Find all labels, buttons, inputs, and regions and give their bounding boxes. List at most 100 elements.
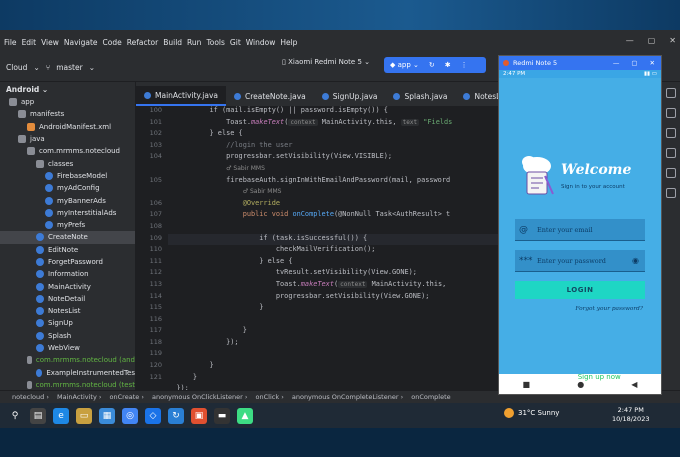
more-icon[interactable]: ⋮ — [461, 61, 468, 69]
signup-link[interactable]: Sign up now — [578, 373, 621, 381]
java-class-icon — [463, 92, 471, 100]
menu-refactor[interactable]: Refactor — [127, 38, 158, 47]
weather-widget[interactable]: 31°C Sunny — [504, 408, 559, 418]
tree-item[interactable]: myPrefs — [0, 219, 135, 231]
tree-item-label: myPrefs — [57, 221, 86, 230]
store-icon[interactable]: ▦ — [99, 407, 115, 424]
tree-item-label: manifests — [30, 110, 65, 119]
line-number: 110 — [149, 245, 162, 254]
tree-item[interactable]: com.mrmms.notecloud — [0, 145, 135, 157]
java-class-icon — [36, 331, 44, 340]
menu-file[interactable]: File — [4, 38, 17, 47]
tree-item[interactable]: Information — [0, 268, 135, 280]
project-view-selector[interactable]: Android ⌄ — [0, 82, 135, 96]
device-explorer-icon[interactable] — [666, 168, 676, 178]
device-manager-icon[interactable] — [666, 128, 676, 138]
task-view-icon[interactable]: ▤ — [30, 407, 46, 424]
tree-item[interactable]: classes — [0, 157, 135, 169]
tree-item[interactable]: CreateNote — [0, 231, 135, 244]
tab-splash[interactable]: Splash.java — [385, 86, 455, 106]
tree-item[interactable]: SignUp — [0, 317, 135, 329]
password-field[interactable]: *** Enter your password ◉ — [515, 250, 645, 272]
menu-window[interactable]: Window — [246, 38, 276, 47]
minimize-icon[interactable]: — — [626, 36, 634, 45]
back-icon[interactable]: ◀ — [631, 380, 637, 389]
maximize-icon[interactable]: ▢ — [631, 59, 637, 67]
menu-tools[interactable]: Tools — [206, 38, 224, 47]
tree-item[interactable]: NoteDetail — [0, 293, 135, 305]
tree-item[interactable]: AndroidManifest.xml — [0, 121, 135, 133]
line-number: 102 — [149, 129, 162, 138]
breadcrumb-item: onCreate — [109, 393, 140, 401]
system-clock[interactable]: 2:47 PM 10/18/2023 — [612, 406, 649, 424]
android-studio-icon[interactable]: ▲ — [237, 407, 253, 424]
menu-code[interactable]: Code — [103, 38, 122, 47]
tree-item[interactable]: NotesList — [0, 305, 135, 317]
tree-item[interactable]: manifests — [0, 108, 135, 120]
tree-item[interactable]: ForgetPassword — [0, 256, 135, 268]
email-field[interactable]: @ Enter your email — [515, 219, 645, 241]
menu-view[interactable]: View — [41, 38, 59, 47]
notifications-icon[interactable] — [666, 88, 676, 98]
menu-build[interactable]: Build — [163, 38, 182, 47]
tree-item-label: FirebaseModel — [57, 171, 108, 180]
line-number: 112 — [149, 268, 162, 277]
code-text: firebaseAuth.signInWithEmailAndPassword(… — [226, 175, 451, 184]
close-icon[interactable]: ✕ — [650, 59, 655, 67]
clock-date: 10/18/2023 — [612, 415, 650, 423]
branch-selector[interactable]: master — [56, 63, 82, 72]
app-icon[interactable]: ▣ — [191, 407, 207, 424]
eye-icon[interactable]: ◉ — [632, 256, 639, 265]
tab-mainactivity[interactable]: MainActivity.java — [136, 86, 226, 106]
java-class-icon — [36, 344, 44, 353]
maximize-icon[interactable]: ▢ — [648, 36, 656, 45]
apply-changes-icon[interactable]: ↻ — [429, 61, 435, 69]
chrome-icon[interactable]: ◎ — [122, 407, 138, 424]
code-line-current: if (task.isSuccessful()) { — [168, 233, 500, 246]
edge-icon[interactable]: e — [53, 407, 69, 424]
tree-item[interactable]: Splash — [0, 330, 135, 342]
code-editor[interactable]: if (mail.isEmpty() || password.isEmpty()… — [168, 106, 500, 416]
tree-item[interactable]: java — [0, 133, 135, 145]
run-config-button[interactable]: ◆ app ⌄ ↻ ✱ ⋮ — [384, 57, 486, 73]
tab-signup[interactable]: SignUp.java — [314, 86, 386, 106]
tree-item-label: java — [30, 135, 45, 144]
minimize-icon[interactable]: — — [613, 59, 620, 67]
menu-navigate[interactable]: Navigate — [64, 38, 98, 47]
file-explorer-icon[interactable]: ▭ — [76, 407, 92, 424]
tree-item[interactable]: FirebaseModel — [0, 170, 135, 182]
debug-icon[interactable]: ✱ — [445, 61, 451, 69]
vscode-icon[interactable]: ◇ — [145, 407, 161, 424]
menu-help[interactable]: Help — [280, 38, 297, 47]
tree-item[interactable]: WebView — [0, 342, 135, 354]
device-selector[interactable]: ▯ Xiaomi Redmi Note 5 ⌄ — [282, 58, 370, 66]
tree-item[interactable]: myBannerAds — [0, 194, 135, 206]
emulator-icon[interactable] — [666, 188, 676, 198]
forgot-password-link[interactable]: Forgot your password? — [575, 306, 643, 312]
search-icon[interactable]: ⚲ — [7, 408, 23, 424]
tab-createnote[interactable]: CreateNote.java — [226, 86, 314, 106]
tree-item[interactable]: com.mrmms.notecloud (and — [0, 354, 135, 366]
menu-git[interactable]: Git — [230, 38, 241, 47]
gradle-icon[interactable] — [666, 108, 676, 118]
project-selector[interactable]: Cloud — [6, 63, 27, 72]
menu-edit[interactable]: Edit — [22, 38, 37, 47]
breadcrumb[interactable]: notecloud › MainActivity › onCreate › an… — [6, 393, 451, 401]
tree-item[interactable]: myAdConfig — [0, 182, 135, 194]
param-hint: context — [288, 118, 318, 126]
menu-run[interactable]: Run — [187, 38, 201, 47]
code-text: MainActivity.this, — [367, 279, 447, 288]
terminal-icon[interactable]: ▬ — [214, 407, 230, 424]
tree-item[interactable]: MainActivity — [0, 280, 135, 292]
tree-item[interactable]: myInterstitialAds — [0, 207, 135, 219]
sync-icon[interactable]: ↻ — [168, 407, 184, 424]
code-comment: //login the user — [226, 140, 293, 149]
login-button[interactable]: LOGIN — [515, 281, 645, 299]
tree-item[interactable]: app — [0, 96, 135, 108]
tree-item[interactable]: ExampleInstrumentedTes — [0, 367, 135, 379]
tree-item[interactable]: EditNote — [0, 244, 135, 256]
code-text: } else { — [209, 129, 243, 138]
running-devices-icon[interactable] — [666, 148, 676, 158]
recents-icon[interactable]: ■ — [523, 380, 531, 389]
close-icon[interactable]: ✕ — [669, 36, 676, 45]
